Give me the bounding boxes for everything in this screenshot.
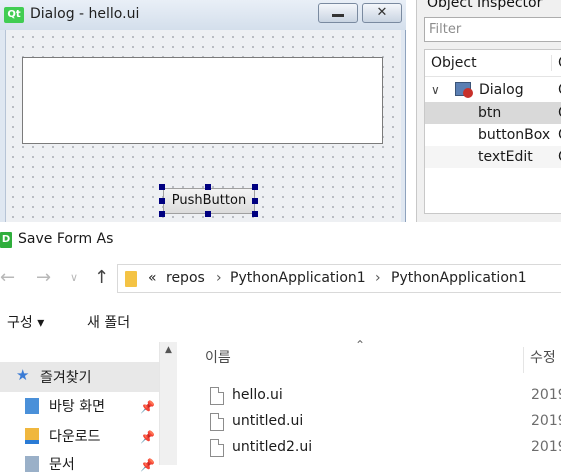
column-header-object[interactable]: Object — [431, 55, 477, 71]
selection-handle[interactable] — [159, 211, 165, 217]
file-name: hello.ui — [232, 387, 283, 403]
selection-handle[interactable] — [159, 198, 165, 204]
downloads-folder-icon — [25, 428, 39, 444]
tree-row-label: textEdit — [478, 149, 533, 165]
recent-locations-chevron-icon[interactable]: ∨ — [70, 271, 78, 284]
organize-button[interactable]: 구성 ▾ — [7, 312, 44, 332]
designer-app-icon: D — [0, 232, 12, 248]
navigation-scrollbar[interactable]: ▲ — [159, 342, 177, 465]
nav-item-label: 다운로드 — [49, 429, 101, 445]
back-arrow-icon[interactable]: ← — [0, 267, 15, 288]
object-tree: Object C ∨ Dialog C btn C buttonBox C te… — [424, 49, 561, 214]
selection-handle[interactable] — [205, 184, 211, 190]
navigation-pane: ★ 즐겨찾기 바탕 화면 📌 다운로드 📌 문서 📌 — [0, 342, 159, 473]
nav-item-label: 문서 — [49, 457, 75, 473]
qt-logo-icon: Qt — [4, 7, 24, 23]
selection-handle[interactable] — [205, 211, 211, 217]
nav-quick-access-label: 즐겨찾기 — [40, 370, 92, 386]
save-form-dialog: D Save Form As ← → ∨ ↑ « repos › PythonA… — [0, 222, 561, 473]
tree-row-textedit[interactable]: textEdit C — [425, 146, 561, 168]
file-icon — [210, 413, 224, 431]
column-header-date-modified[interactable]: 수정 — [523, 347, 556, 373]
file-date: 2019 — [531, 413, 561, 429]
close-button[interactable]: ✕ — [362, 3, 402, 23]
documents-folder-icon — [25, 456, 39, 472]
sort-ascending-icon: ⌃ — [355, 338, 366, 352]
selection-handle[interactable] — [252, 184, 258, 190]
filter-input[interactable]: Filter — [424, 17, 561, 42]
save-dialog-title: Save Form As — [18, 231, 114, 247]
file-row[interactable]: untitled.ui 2019 — [177, 410, 561, 436]
dialog-title: Dialog - hello.ui — [30, 6, 140, 22]
file-icon — [210, 439, 224, 457]
dialog-icon — [455, 82, 473, 98]
tree-header: Object C — [425, 50, 561, 77]
star-icon: ★ — [16, 366, 30, 384]
selection-handle[interactable] — [159, 184, 165, 190]
tree-row-dialog[interactable]: ∨ Dialog C — [425, 79, 561, 101]
nav-quick-access[interactable]: ★ 즐겨찾기 — [0, 362, 159, 392]
scroll-up-icon[interactable]: ▲ — [165, 345, 172, 355]
tree-row-label: buttonBox — [478, 127, 551, 143]
up-arrow-icon[interactable]: ↑ — [94, 267, 109, 288]
breadcrumb-pythonapplication1-current[interactable]: PythonApplication1 — [391, 270, 527, 286]
desktop-folder-icon — [25, 398, 39, 414]
breadcrumb-repos[interactable]: repos — [166, 270, 205, 286]
selection-handle[interactable] — [252, 211, 258, 217]
column-header-class[interactable]: C — [551, 55, 561, 71]
nav-item-label: 바탕 화면 — [49, 399, 105, 415]
minimize-icon — [332, 14, 344, 17]
file-list: ⌃ 이름 수정 hello.ui 2019 untitled.ui 2019 u… — [177, 338, 561, 465]
tree-row-buttonbox[interactable]: buttonBox C — [425, 124, 561, 146]
object-inspector-title: Object Inspector — [427, 0, 543, 11]
file-name: untitled2.ui — [232, 439, 313, 455]
selection-handle[interactable] — [252, 198, 258, 204]
chevron-down-icon[interactable]: ∨ — [431, 79, 440, 101]
breadcrumb-separator-icon: › — [216, 270, 222, 286]
minimize-button[interactable] — [318, 3, 358, 23]
file-row[interactable]: hello.ui 2019 — [177, 384, 561, 410]
file-icon — [210, 387, 224, 405]
column-header-name[interactable]: 이름 — [205, 347, 231, 367]
breadcrumb-pythonapplication1[interactable]: PythonApplication1 — [230, 270, 366, 286]
folder-icon — [125, 271, 137, 287]
file-name: untitled.ui — [232, 413, 304, 429]
object-inspector-panel: Object Inspector Filter Object C ∨ Dialo… — [416, 0, 561, 222]
tree-row-btn[interactable]: btn C — [425, 102, 561, 124]
tree-row-label: Dialog — [479, 82, 524, 98]
file-date: 2019 — [531, 387, 561, 403]
close-icon: ✕ — [376, 5, 388, 20]
breadcrumb-overflow[interactable]: « — [148, 270, 157, 286]
designer-dialog-window: Qt Dialog - hello.ui ✕ PushButton — [0, 0, 406, 222]
file-date: 2019 — [531, 439, 561, 455]
forward-arrow-icon[interactable]: → — [36, 267, 51, 288]
dialog-titlebar[interactable]: Qt Dialog - hello.ui ✕ — [0, 0, 406, 30]
save-dialog-titlebar[interactable]: D Save Form As — [0, 222, 561, 256]
pin-icon[interactable]: 📌 — [140, 430, 155, 444]
file-row[interactable]: untitled2.ui 2019 — [177, 436, 561, 462]
pin-icon[interactable]: 📌 — [140, 400, 155, 414]
breadcrumb-separator-icon: › — [375, 270, 381, 286]
pin-icon[interactable]: 📌 — [140, 458, 155, 472]
textedit-widget[interactable] — [22, 57, 383, 144]
tree-row-label: btn — [478, 105, 502, 121]
address-bar[interactable]: « repos › PythonApplication1 › PythonApp… — [117, 264, 561, 293]
new-folder-button[interactable]: 새 폴더 — [87, 312, 130, 332]
